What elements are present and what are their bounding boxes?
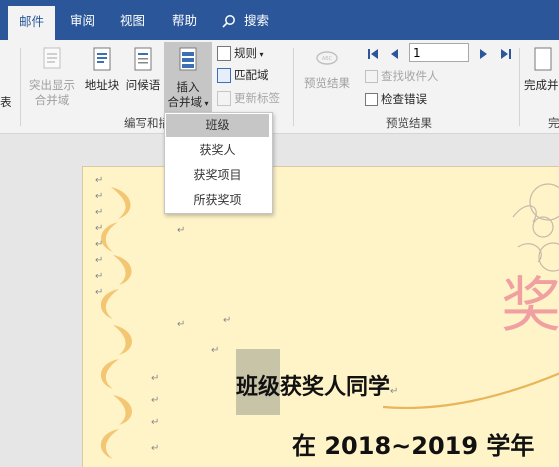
paragraph-mark: ↵ [177, 319, 186, 330]
tab-help[interactable]: 帮助 [172, 0, 197, 40]
insert-merge-field-button[interactable]: 插入 合并域 ▾ [164, 42, 212, 112]
address-block-icon [93, 47, 111, 71]
paragraph-mark: ↵ [151, 395, 160, 406]
paragraph-mark: ↵ [95, 175, 104, 186]
paragraph-mark: ↵ [95, 239, 104, 250]
group-label-preview: 预览结果 [386, 116, 432, 130]
merge-field-class[interactable]: 班级 [236, 349, 281, 415]
left-ornament [100, 187, 132, 459]
paragraph-mark: ↵ [95, 223, 104, 234]
group-separator [20, 48, 21, 126]
find-recipient-button[interactable]: 查找收件人 [365, 68, 439, 84]
highlight-fields-icon [43, 47, 61, 69]
paragraph-mark: ↵ [223, 315, 232, 326]
paragraph-mark: ↵ [95, 191, 104, 202]
update-labels-icon [217, 91, 231, 106]
paragraph-mark: ↵ [95, 255, 104, 266]
record-number-input[interactable]: 1 [409, 43, 469, 62]
merge-field-option[interactable]: 班级 [166, 114, 269, 137]
finish-merge-icon [534, 47, 552, 71]
paragraph-mark: ↵ [95, 271, 104, 282]
search-label: 搜索 [244, 13, 270, 28]
ribbon-tab-bar: 邮件 审阅 视图 帮助 搜索 [0, 0, 559, 40]
group-separator [519, 48, 520, 126]
paragraph-mark: ↵ [95, 207, 104, 218]
svg-text:ABC: ABC [322, 56, 333, 62]
award-heading-glyph: 奖 [501, 271, 559, 341]
group-separator [293, 48, 294, 126]
paragraph-mark: ↵ [177, 225, 186, 236]
merge-line-1[interactable]: 班级获奖人同学↵ [236, 349, 399, 415]
last-record-icon [501, 49, 511, 59]
document-page[interactable]: 奖 ↵ ↵ ↵ ↵ ↵ ↵ ↵ ↵ ↵ ↵ ↵ ↵ ↵ ↵ ↵ ↵ [82, 166, 559, 467]
tab-view[interactable]: 视图 [120, 0, 145, 40]
next-record-button[interactable] [478, 46, 490, 60]
merge-field-option[interactable]: 获奖项目 [166, 164, 269, 187]
award-line-2: 在 2018~2019 学年 [292, 432, 535, 460]
merge-line-1-rest: 获奖人同学 [280, 375, 391, 400]
paragraph-mark: ↵ [151, 417, 160, 428]
address-block-button[interactable]: 地址块 [82, 46, 122, 93]
tab-mailings[interactable]: 邮件 [8, 6, 55, 40]
search-icon [222, 15, 235, 28]
greeting-line-icon [134, 47, 152, 71]
last-record-button[interactable] [499, 46, 513, 60]
decorative-swoosh [383, 372, 559, 410]
finish-merge-button[interactable]: 完成并 [524, 46, 559, 93]
update-labels-button[interactable]: 更新标签 [217, 90, 280, 106]
match-fields-button[interactable]: 匹配域 [217, 67, 269, 83]
tab-review[interactable]: 审阅 [70, 0, 95, 40]
paragraph-mark: ↵ [151, 443, 160, 454]
merge-field-option[interactable]: 所获奖项 [166, 189, 269, 212]
match-fields-icon [217, 68, 231, 83]
paragraph-mark: ↵ [151, 373, 160, 384]
chevron-down-icon: ▾ [257, 50, 264, 59]
group-label-finish: 完 [548, 116, 559, 130]
ribbon-left-fragment[interactable]: 表 [0, 94, 12, 110]
check-errors-icon [365, 93, 378, 106]
paragraph-mark: ↵ [211, 345, 220, 356]
previous-record-icon [391, 49, 398, 59]
rules-icon [217, 46, 231, 61]
previous-record-button[interactable] [388, 46, 400, 60]
paragraph-mark: ↵ [95, 287, 104, 298]
next-record-icon [480, 49, 487, 59]
merge-field-option[interactable]: 获奖人 [166, 139, 269, 162]
preview-results-icon: ABC [316, 51, 338, 65]
first-record-icon [368, 49, 378, 59]
merge-field-dropdown: 班级 获奖人 获奖项目 所获奖项 [164, 112, 273, 214]
check-errors-button[interactable]: 检查错误 [365, 91, 427, 107]
rules-button[interactable]: 规则 ▾ [217, 45, 264, 63]
greeting-line-button[interactable]: 问候语 [124, 46, 162, 93]
highlight-merge-fields-button[interactable]: 突出显示 合并域 [26, 46, 78, 108]
find-recipient-icon [365, 70, 378, 83]
preview-results-button[interactable]: ABC 预览结果 [300, 46, 354, 91]
chevron-down-icon: ▾ [201, 99, 209, 108]
first-record-button[interactable] [366, 46, 380, 60]
insert-merge-field-icon [179, 47, 197, 71]
paragraph-mark: ↵ [390, 386, 399, 397]
